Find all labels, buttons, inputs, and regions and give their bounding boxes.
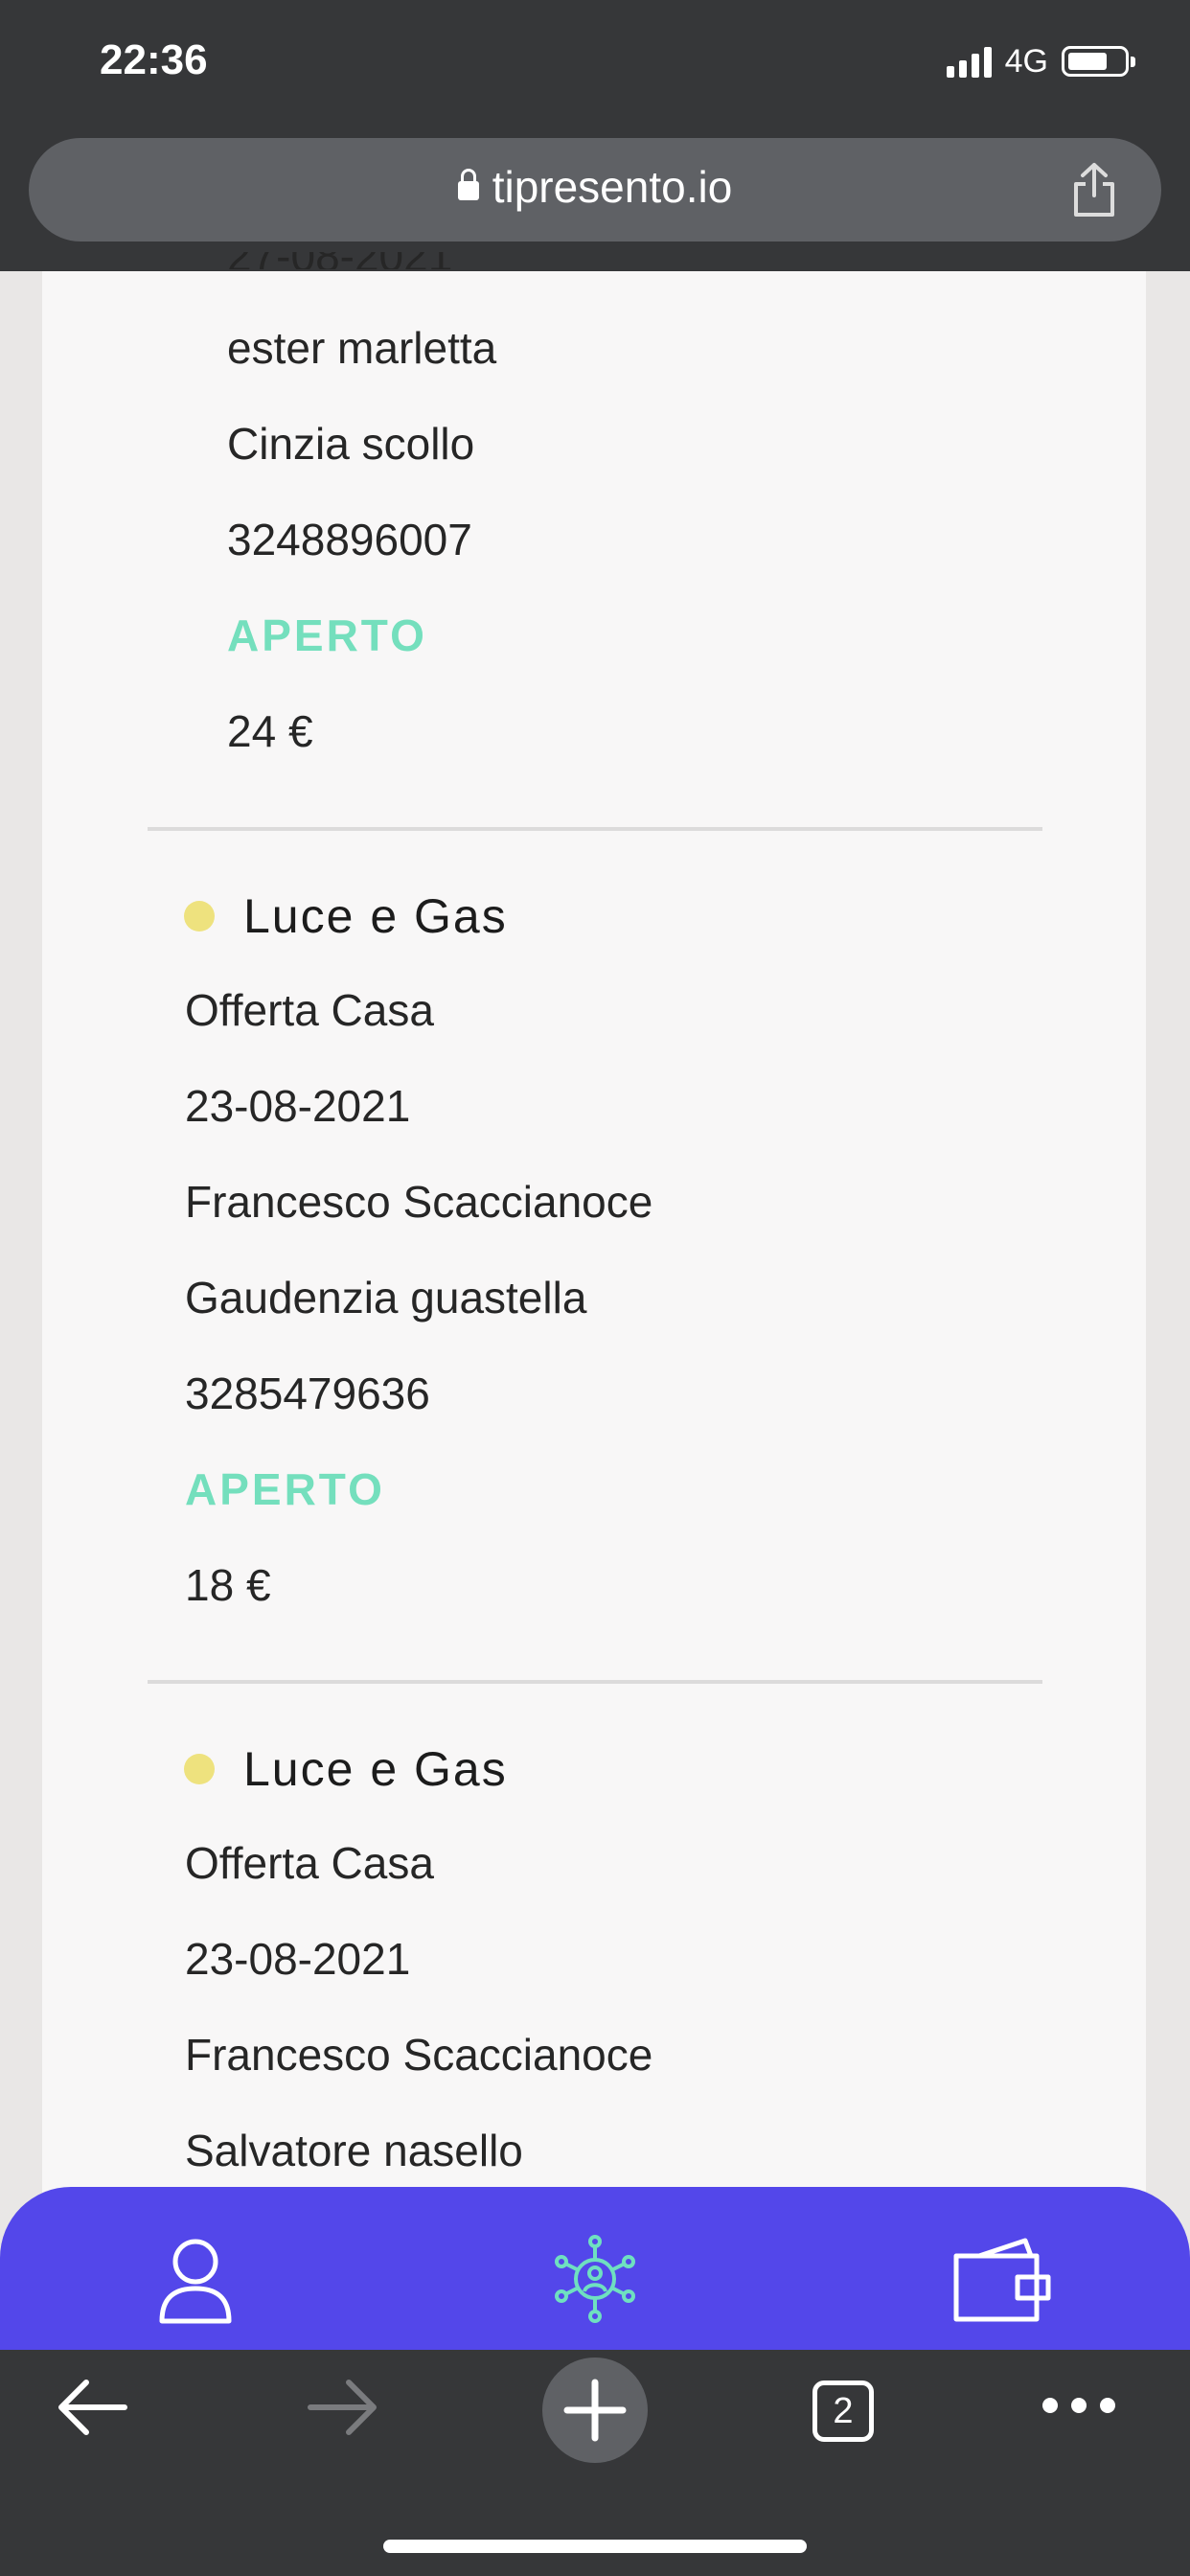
browser-top-bar: 22:36 4G tipresento.io [0, 0, 1190, 271]
record-3-offer: Offerta Casa [185, 1838, 434, 1888]
tabs-button[interactable]: 2 [812, 2380, 874, 2442]
network-icon[interactable] [554, 2235, 636, 2323]
url-text-wrap: tipresento.io [29, 161, 1161, 213]
status-time: 22:36 [100, 36, 208, 83]
record-1-phone: 3248896007 [227, 515, 472, 564]
record-1-date-clipped: 27-08-2021 [227, 252, 452, 269]
app-bottom-nav [0, 2187, 1190, 2350]
signal-icon [946, 45, 992, 78]
category-dot [184, 1754, 215, 1784]
record-3-agent: Francesco Scaccianoce [185, 2030, 653, 2080]
network-type: 4G [1004, 42, 1048, 80]
record-2-amount: 18 € [185, 1560, 271, 1610]
record-2-category: Luce e Gas [243, 889, 508, 943]
url-domain: tipresento.io [492, 162, 733, 212]
record-1-status: APERTO [227, 610, 427, 660]
browser-toolbar: 2 [0, 2350, 1190, 2576]
battery-icon [1062, 46, 1135, 77]
record-2-offer: Offerta Casa [185, 985, 434, 1035]
record-1-agent: ester marletta [227, 323, 497, 373]
record-1-amount: 24 € [227, 706, 313, 756]
status-icons: 4G [946, 42, 1135, 80]
url-bar[interactable]: tipresento.io [29, 138, 1161, 242]
record-2-status: APERTO [185, 1464, 385, 1514]
user-icon[interactable] [157, 2237, 234, 2325]
record-divider [148, 827, 1042, 831]
category-dot [184, 901, 215, 932]
records-card: 27-08-2021 ester marletta Cinzia scollo … [42, 252, 1146, 2207]
forward-arrow-icon[interactable] [307, 2377, 379, 2438]
more-icon[interactable] [1039, 2392, 1119, 2419]
home-indicator [383, 2540, 807, 2553]
wallet-icon[interactable] [952, 2237, 1052, 2323]
record-2-agent: Francesco Scaccianoce [185, 1177, 653, 1227]
back-arrow-icon[interactable] [56, 2377, 128, 2438]
plus-icon [563, 2379, 627, 2442]
record-3-category: Luce e Gas [243, 1742, 508, 1796]
share-icon[interactable] [1071, 161, 1117, 218]
record-1-client: Cinzia scollo [227, 419, 475, 469]
record-2-client: Gaudenzia guastella [185, 1273, 587, 1322]
record-2-phone: 3285479636 [185, 1368, 430, 1418]
record-2-date: 23-08-2021 [185, 1081, 411, 1131]
new-tab-button[interactable] [542, 2358, 648, 2463]
record-3-client: Salvatore nasello [185, 2126, 523, 2175]
record-3-date: 23-08-2021 [185, 1934, 411, 1984]
lock-icon [457, 169, 479, 200]
record-divider [148, 1680, 1042, 1684]
